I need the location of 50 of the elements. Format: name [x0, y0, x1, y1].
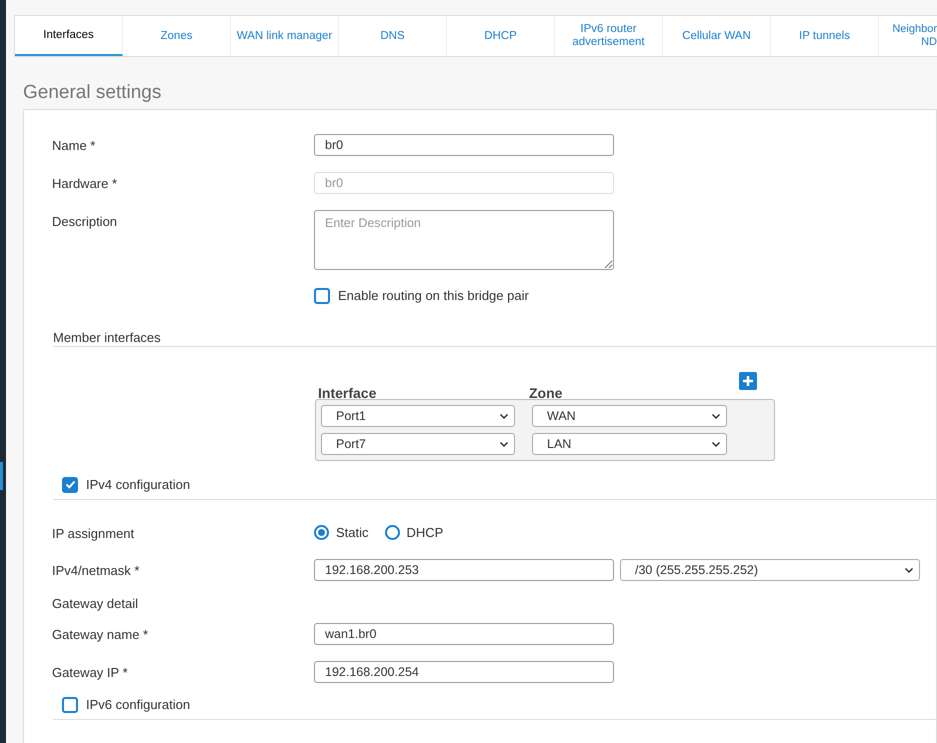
checkbox[interactable] — [62, 696, 78, 713]
dropdown[interactable]: LAN — [532, 433, 727, 455]
tab[interactable]: Interfaces — [15, 16, 123, 56]
column-header: Interface — [317, 384, 378, 403]
tab[interactable]: IP tunnels — [771, 16, 879, 56]
section-title: General settings — [23, 81, 162, 105]
input-field[interactable]: 192.168.200.254 — [314, 661, 614, 683]
column-header: Zone — [529, 384, 564, 403]
field-label: Name * — [52, 137, 96, 155]
section-heading: Member interfaces — [53, 329, 161, 347]
field-label: IPv4/netmask * — [52, 562, 140, 580]
radio-label: DHCP — [406, 524, 444, 542]
input-field[interactable]: br0 — [314, 134, 614, 156]
field-label: Gateway IP * — [52, 664, 129, 682]
tab[interactable]: DNS — [339, 16, 447, 56]
chevron-icon — [904, 565, 914, 575]
input-field[interactable]: 192.168.200.253 — [314, 559, 614, 581]
checkmark-icon — [64, 479, 76, 490]
chevron-icon — [711, 439, 721, 449]
checkbox-label: Enable routing on this bridge pair — [338, 287, 529, 305]
radio-button[interactable] — [384, 525, 400, 540]
field-label: Description — [52, 213, 118, 231]
netmask-dropdown[interactable]: /30 (255.255.255.252) — [620, 559, 920, 581]
plus-icon — [742, 375, 754, 387]
input-field: br0 — [314, 172, 614, 194]
add-button[interactable] — [739, 372, 757, 390]
radio-label: Static — [336, 524, 369, 542]
radio-button[interactable] — [314, 525, 329, 540]
input-field[interactable]: wan1.br0 — [314, 623, 614, 645]
tab[interactable]: DHCP — [447, 16, 555, 56]
tab[interactable]: Cellular WAN — [663, 16, 771, 56]
chevron-icon — [499, 439, 509, 449]
checkbox-label: IPv6 configuration — [86, 696, 190, 714]
tab[interactable]: Zones — [123, 16, 231, 56]
checkbox[interactable] — [62, 476, 78, 493]
tab[interactable]: IPv6 router advertisement — [555, 16, 663, 56]
description-field[interactable]: Enter Description — [314, 210, 614, 270]
dropdown[interactable]: WAN — [532, 405, 727, 427]
checkbox-label: IPv4 configuration — [86, 476, 190, 494]
field-label: IP assignment — [52, 525, 136, 543]
tab[interactable]: WAN link manager — [231, 16, 339, 56]
subsection-label: Gateway detail — [52, 595, 138, 613]
field-label: Gateway name * — [52, 626, 150, 644]
dropdown[interactable]: Port1 — [321, 405, 515, 427]
chevron-icon — [499, 411, 509, 421]
chevron-icon — [711, 411, 721, 421]
tab[interactable]: Neighbor ND — [879, 16, 937, 56]
checkbox[interactable] — [314, 288, 330, 304]
field-label: Hardware * — [52, 175, 118, 193]
dropdown[interactable]: Port7 — [321, 433, 515, 455]
